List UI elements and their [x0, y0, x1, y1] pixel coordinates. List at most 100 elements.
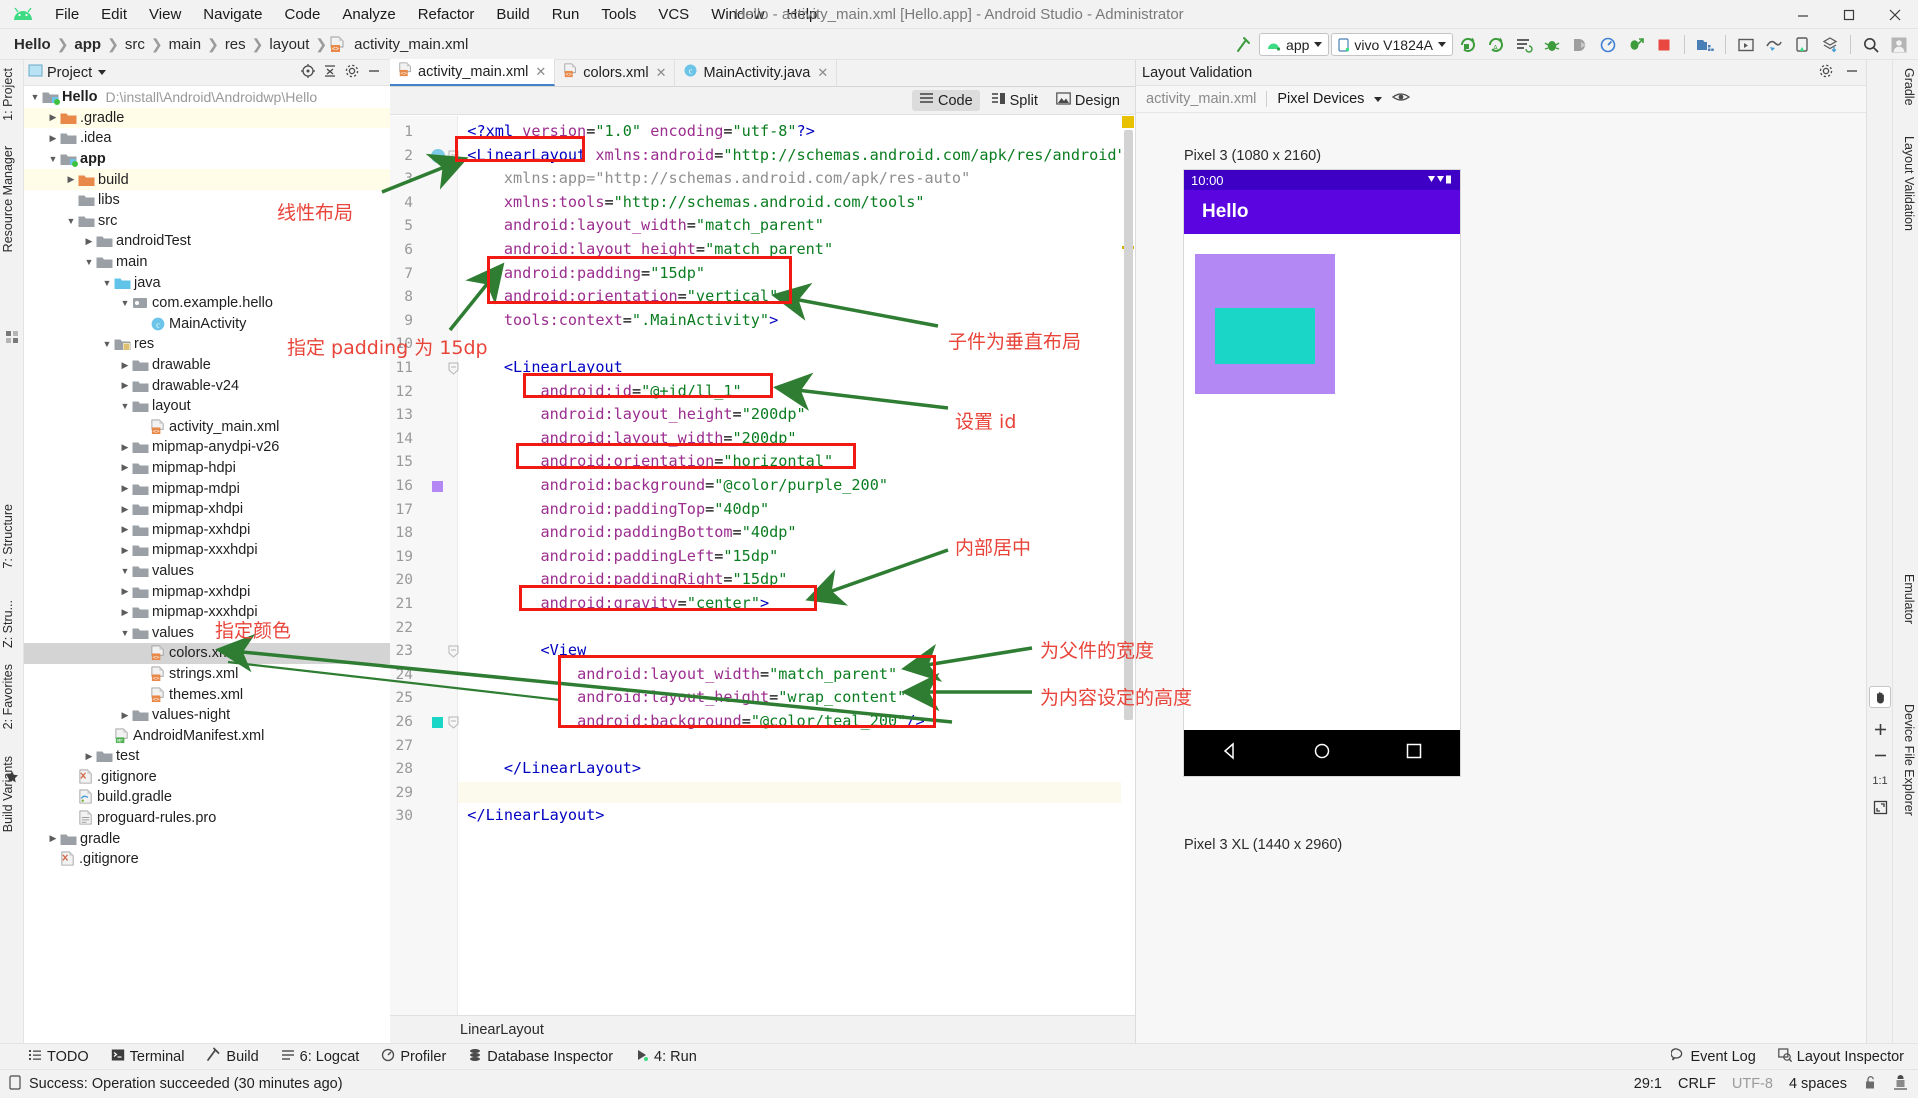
breadcrumb[interactable]: Hello ❯ app ❯ src ❯ main ❯ res ❯ layout … [0, 36, 472, 53]
code-line[interactable]: android:orientation="horizontal" [541, 452, 834, 470]
code-line[interactable]: android:layout_width="match_parent" [577, 665, 897, 683]
tool-window-profiler[interactable]: Profiler [381, 1048, 446, 1066]
tool-window-terminal[interactable]: Terminal [111, 1048, 184, 1066]
chevron-down-icon[interactable]: ▼ [64, 216, 78, 226]
menu-item-edit[interactable]: Edit [90, 4, 138, 25]
code-line[interactable]: android:layout_height="match_parent" [504, 240, 833, 258]
code-line[interactable]: tools:context=".MainActivity"> [504, 311, 778, 329]
tree-node-hello[interactable]: ▼ Hello D:\install\Android\Androidwp\Hello [24, 87, 390, 108]
tree-node-mipmap-xxxhdpi[interactable]: ▶ mipmap-xxxhdpi [24, 602, 390, 623]
locate-icon[interactable] [300, 63, 316, 83]
tree-node-activity-main-xml[interactable]: <> activity_main.xml [24, 417, 390, 438]
menu-item-window[interactable]: Window [700, 4, 775, 25]
scrollbar-thumb[interactable] [1124, 130, 1133, 720]
search-icon[interactable] [1858, 33, 1884, 57]
chevron-right-icon[interactable]: ▶ [118, 545, 132, 556]
run-with-coverage-icon[interactable]: A [1483, 33, 1509, 57]
notification-icon[interactable] [8, 1074, 22, 1094]
tree-node-com-example-hello[interactable]: ▼ com.example.hello [24, 293, 390, 314]
build-hammer-icon[interactable] [1231, 33, 1257, 57]
menu-item-run[interactable]: Run [541, 4, 591, 25]
code-line[interactable]: <LinearLayout [504, 358, 623, 376]
close-icon[interactable]: ✕ [817, 65, 828, 81]
device-manager-icon[interactable] [1789, 33, 1815, 57]
tool-tab-device-file-explorer[interactable]: Device File Explorer [1894, 700, 1916, 820]
close-icon[interactable]: ✕ [656, 65, 667, 81]
tree-node-values[interactable]: ▼ values [24, 622, 390, 643]
visibility-eye-icon[interactable] [1392, 90, 1411, 108]
menu-item-analyze[interactable]: Analyze [331, 4, 406, 25]
close-icon[interactable]: ✕ [535, 64, 546, 80]
chevron-right-icon[interactable]: ▶ [82, 751, 96, 762]
maximize-icon[interactable] [1826, 0, 1872, 29]
chevron-right-icon[interactable]: ▶ [118, 504, 132, 515]
chevron-down-icon[interactable]: ▼ [118, 401, 132, 411]
layout-validation-body[interactable]: Pixel 3 (1080 x 2160) 10:00 Hello Pixel … [1136, 114, 1866, 1043]
error-stripe-warning[interactable] [1122, 116, 1134, 128]
settings-gear-icon[interactable] [344, 63, 360, 83]
code-line[interactable]: xmlns:tools="http://schemas.android.com/… [504, 193, 925, 211]
chevron-right-icon[interactable]: ▶ [118, 524, 132, 535]
chevron-right-icon[interactable]: ▶ [118, 442, 132, 453]
breadcrumb-item-hello[interactable]: Hello [10, 36, 55, 53]
breadcrumb-item-main[interactable]: main [165, 36, 206, 53]
tree-node-values[interactable]: ▼ values [24, 561, 390, 582]
code-line[interactable]: android:layout_width="200dp" [541, 429, 797, 447]
code-line[interactable]: android:layout_height="wrap_content" [577, 688, 906, 706]
run-icon[interactable] [1455, 33, 1481, 57]
apply-changes-icon[interactable] [1511, 33, 1537, 57]
minimize-icon[interactable] [1844, 63, 1860, 83]
tree-node-mipmap-mdpi[interactable]: ▶ mipmap-mdpi [24, 478, 390, 499]
stop-icon[interactable] [1651, 33, 1677, 57]
mode-button-code[interactable]: Code [911, 90, 980, 111]
breadcrumb-item-layout[interactable]: layout [265, 36, 313, 53]
menu-item-file[interactable]: File [44, 4, 90, 25]
avatar-icon[interactable] [1886, 33, 1912, 57]
code-editor[interactable]: 1 2 c 3 4 5 6 7 8 9 10 11 12 13 14 15 16 17 18 19 20 21 22 23 24… [390, 116, 1135, 1015]
tree-node-androidmanifest-xml[interactable]: MF AndroidManifest.xml [24, 725, 390, 746]
tool-tab-gradle[interactable]: Gradle [1894, 64, 1916, 110]
chevron-right-icon[interactable]: ▶ [82, 236, 96, 247]
tree-node-build-gradle[interactable]: build.gradle [24, 787, 390, 808]
code-line[interactable]: android:padding="15dp" [504, 264, 705, 282]
tree-node-themes-xml[interactable]: <> themes.xml [24, 684, 390, 705]
code-line[interactable]: android:layout_width="match_parent" [504, 216, 824, 234]
code-line[interactable]: </LinearLayout> [504, 759, 641, 777]
indent-setting[interactable]: 4 spaces [1789, 1076, 1847, 1092]
mode-button-design[interactable]: Design [1049, 90, 1127, 111]
menu-item-view[interactable]: View [138, 4, 192, 25]
chevron-right-icon[interactable]: ▶ [118, 380, 132, 391]
tree-node-mipmap-xxxhdpi[interactable]: ▶ mipmap-xxxhdpi [24, 540, 390, 561]
tool-window-logcat[interactable]: 6: Logcat [281, 1048, 359, 1066]
apply-code-changes-icon[interactable] [1623, 33, 1649, 57]
menu-item-tools[interactable]: Tools [590, 4, 647, 25]
tree-node--gradle[interactable]: ▶ .gradle [24, 107, 390, 129]
chevron-right-icon[interactable]: ▶ [46, 833, 60, 844]
tree-node-java[interactable]: ▼ java [24, 272, 390, 293]
tool-tab-resource-manager[interactable]: Resource Manager [1, 142, 23, 256]
zoom-to-fit-icon[interactable] [1867, 794, 1893, 820]
code-line[interactable]: android:paddingRight="15dp" [541, 570, 788, 588]
tree-node-main[interactable]: ▼ main [24, 252, 390, 273]
breadcrumb-item-app[interactable]: app [70, 36, 105, 53]
tool-tab-favorites[interactable]: 2: Favorites [1, 660, 23, 733]
breadcrumb-item-res[interactable]: res [221, 36, 250, 53]
gutter-class-icon[interactable]: c [430, 148, 446, 164]
unlocked-icon[interactable] [1863, 1075, 1877, 1094]
tool-tab-structure-alt[interactable]: Z: Stru... [1, 596, 23, 652]
code-line[interactable]: </LinearLayout> [467, 806, 604, 824]
tree-node--gitignore[interactable]: .gitignore [24, 767, 390, 788]
menu-item-help[interactable]: Help [776, 4, 829, 25]
tool-window-todo[interactable]: TODO [28, 1048, 89, 1066]
code-line[interactable]: android:paddingTop="40dp" [541, 500, 770, 518]
tool-window-database-inspector[interactable]: Database Inspector [468, 1048, 613, 1066]
tree-node-libs[interactable]: libs [24, 190, 390, 211]
tool-tab-project[interactable]: 1: Project [1, 64, 23, 125]
window-controls[interactable] [1780, 0, 1918, 29]
zoom-in-icon[interactable] [1867, 716, 1893, 742]
chevron-down-icon[interactable]: ▼ [100, 339, 114, 349]
preview-side-toolbar[interactable]: 1:1 [1866, 60, 1892, 1043]
avd-manager-icon[interactable] [1733, 33, 1759, 57]
chevron-right-icon[interactable]: ▶ [118, 586, 132, 597]
tree-node-mipmap-xhdpi[interactable]: ▶ mipmap-xhdpi [24, 499, 390, 520]
